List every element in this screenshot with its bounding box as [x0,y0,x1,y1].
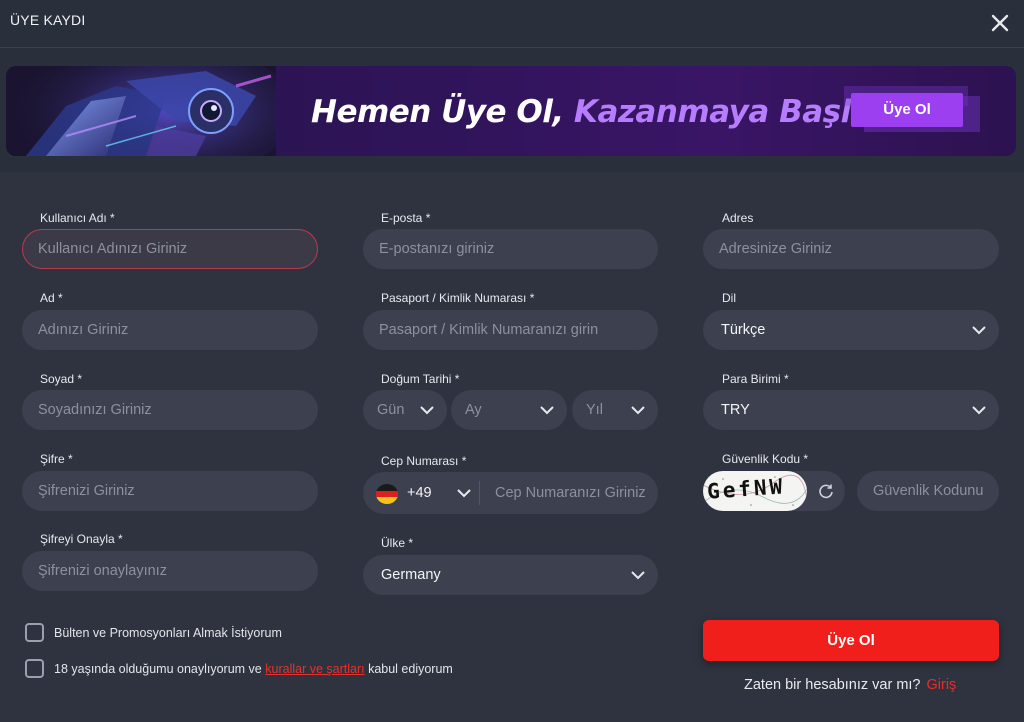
currency-select[interactable]: TRY [703,390,999,430]
passport-label: Pasaport / Kimlik Numarası * [381,291,535,305]
language-select[interactable]: Türkçe [703,310,999,350]
country-code[interactable]: +49 [407,472,432,514]
password-label: Şifre * [40,452,73,466]
headline-white-text: Hemen Üye Ol, [311,94,564,130]
phone-field: +49 Cep Numaranızı Giriniz [363,472,658,514]
chevron-down-icon [972,406,986,415]
username-label: Kullanıcı Adı * [40,211,115,225]
chevron-down-icon [420,406,434,415]
country-value: Germany [381,567,441,583]
birth-day-value: Gün [377,402,405,418]
headline-purple-text: Kazanmaya Başla! [573,94,885,130]
newsletter-checkbox[interactable] [25,623,44,642]
username-input[interactable]: Kullanıcı Adınızı Giriniz [22,229,318,269]
terms-label: 18 yaşında olduğumu onaylıyorum ve kural… [54,662,453,676]
language-value: Türkçe [721,322,766,338]
captcha-label: Güvenlik Kodu * [722,452,809,466]
chevron-down-icon [631,406,645,415]
country-label: Ülke * [381,536,414,550]
birth-date-label: Doğum Tarihi * [381,372,460,386]
captcha-image: GefNW [703,471,807,511]
password-confirm-label: Şifreyi Onayla * [40,532,123,546]
login-link[interactable]: Giriş [927,677,957,693]
captcha-input[interactable]: Güvenlik Kodunu [857,471,999,511]
germany-flag-icon[interactable] [376,484,398,504]
register-submit-button[interactable]: Üye Ol [703,620,999,661]
language-label: Dil [722,291,736,305]
modal-header: ÜYE KAYDI [0,0,1024,48]
currency-label: Para Birimi * [722,372,789,386]
first-name-input[interactable]: Adınızı Giriniz [22,310,318,350]
chevron-down-icon [540,406,554,415]
banner-section: Hemen Üye Ol, Kazanmaya Başla! Üye Ol [0,48,1024,172]
terms-link[interactable]: kurallar ve şartları [265,662,364,676]
modal-title: ÜYE KAYDI [10,12,86,28]
chevron-down-icon [631,571,645,580]
terms-checkbox[interactable] [25,659,44,678]
country-select[interactable]: Germany [363,555,658,595]
birth-month-value: Ay [465,402,482,418]
currency-value: TRY [721,402,750,418]
promo-banner: Hemen Üye Ol, Kazanmaya Başla! Üye Ol [6,66,1016,156]
banner-register-button[interactable]: Üye Ol [851,93,963,127]
newsletter-label: Bülten ve Promosyonları Almak İstiyorum [54,626,282,640]
have-account-text: Zaten bir hesabınız var mı? [744,677,921,693]
last-name-input[interactable]: Soyadınızı Giriniz [22,390,318,430]
chevron-down-icon[interactable] [456,486,472,500]
password-confirm-input[interactable]: Şifrenizi onaylayınız [22,551,318,591]
last-name-label: Soyad * [40,372,83,386]
chevron-down-icon [972,326,986,335]
refresh-icon[interactable] [818,483,834,499]
login-prompt: Zaten bir hesabınız var mı? Giriş [744,677,956,693]
banner-headline: Hemen Üye Ol, Kazanmaya Başla! [311,92,885,132]
passport-input[interactable]: Pasaport / Kimlik Numaranızı girin [363,310,658,350]
phone-input[interactable]: Cep Numaranızı Giriniz [495,472,646,514]
birth-year-select[interactable]: Yıl [572,390,658,430]
birth-month-select[interactable]: Ay [451,390,567,430]
email-input[interactable]: E-postanızı giriniz [363,229,658,269]
address-label: Adres [722,211,754,225]
terms-suffix: kabul ediyorum [364,662,453,676]
phone-label: Cep Numarası * [381,454,467,468]
email-label: E-posta * [381,211,431,225]
first-name-label: Ad * [40,291,63,305]
terms-prefix: 18 yaşında olduğumu onaylıyorum ve [54,662,266,676]
address-input[interactable]: Adresinize Giriniz [703,229,999,269]
birth-year-value: Yıl [586,402,603,418]
phone-divider [479,481,480,505]
birth-day-select[interactable]: Gün [363,390,447,430]
close-icon[interactable] [986,9,1014,37]
robot-artwork [6,66,276,156]
password-input[interactable]: Şifrenizi Giriniz [22,471,318,511]
